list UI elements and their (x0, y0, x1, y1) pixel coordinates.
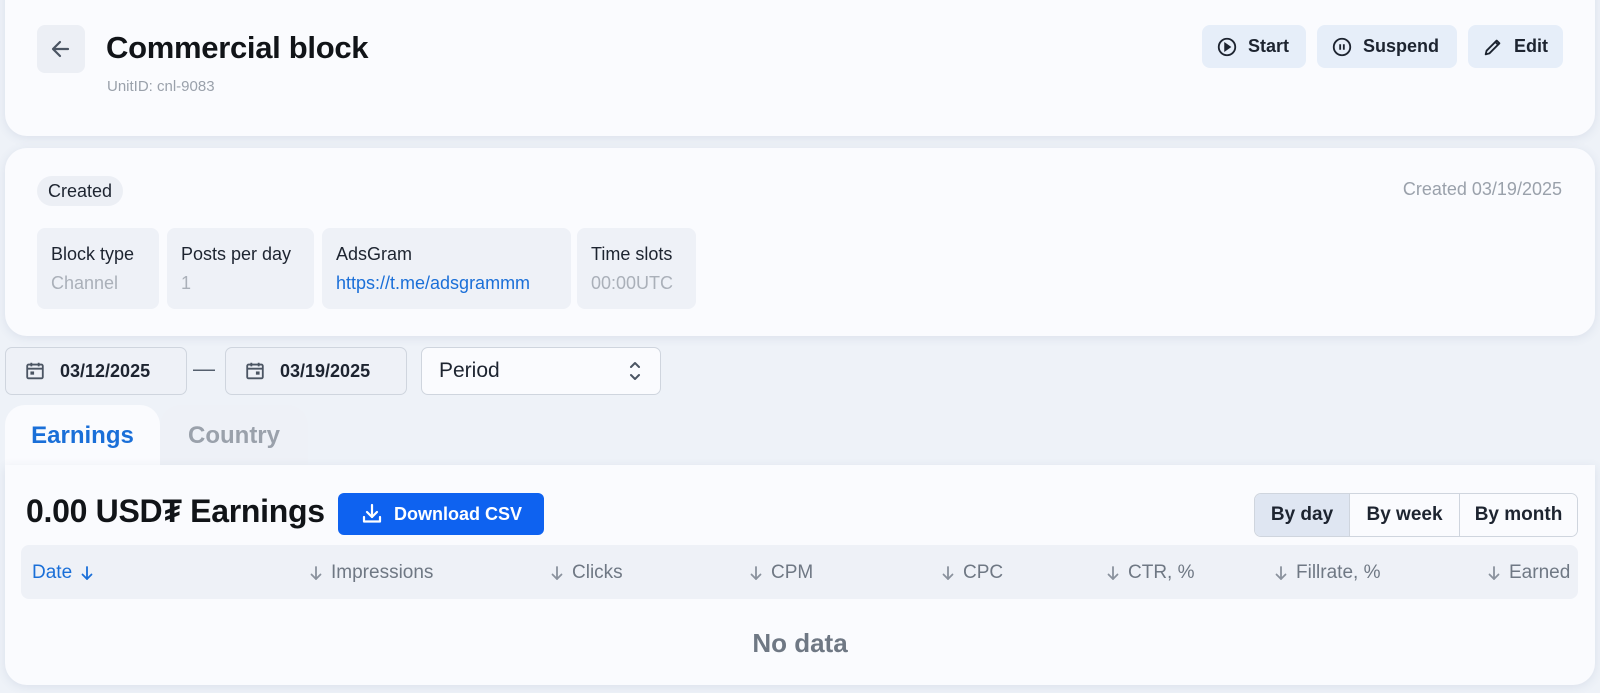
download-icon (360, 502, 384, 526)
header-card: Commercial block UnitID: cnl-9083 Start … (5, 0, 1595, 136)
property-label: Time slots (591, 244, 673, 264)
period-select-value: Period (439, 359, 500, 382)
property-value: Channel (51, 273, 119, 293)
property-value: 1 (181, 273, 192, 293)
granularity-toggle: By day By week By month (1254, 493, 1578, 537)
column-label: Impressions (331, 562, 434, 583)
property-posts-per-day: Posts per day 1 (167, 228, 314, 309)
calendar-icon (24, 360, 46, 382)
unit-id: UnitID: cnl-9083 (107, 78, 215, 95)
period-select[interactable]: Period (421, 347, 661, 395)
table-header: Date Impressions Clicks CPM CPC CTR, % F… (21, 545, 1578, 599)
arrow-down-icon (550, 565, 564, 581)
arrow-down-icon (80, 565, 94, 581)
property-label: Block type (51, 244, 135, 264)
date-to-value: 03/19/2025 (280, 360, 371, 381)
edit-button-label: Edit (1514, 36, 1548, 56)
column-label: Date (32, 562, 73, 583)
property-adsgram: AdsGram https://t.me/adsgrammm (322, 228, 571, 309)
column-header-fillrate[interactable]: Fillrate, % (1274, 562, 1380, 584)
column-label: CPM (771, 562, 814, 583)
arrow-left-icon (49, 37, 73, 61)
column-header-clicks[interactable]: Clicks (550, 562, 623, 584)
status-badge: Created (37, 176, 124, 206)
calendar-icon (244, 360, 266, 382)
pause-circle-icon (1331, 36, 1353, 58)
page-title: Commercial block (106, 30, 369, 65)
tab-country[interactable]: Country (160, 405, 308, 467)
play-circle-icon (1216, 36, 1238, 58)
arrow-down-icon (749, 565, 763, 581)
earnings-total: 0.00 USD₮ Earnings (26, 493, 325, 529)
column-header-impressions[interactable]: Impressions (309, 562, 433, 584)
property-block-type: Block type Channel (37, 228, 159, 309)
column-label: CTR, % (1128, 562, 1195, 583)
column-header-cpm[interactable]: CPM (749, 562, 813, 584)
arrow-down-icon (1274, 565, 1288, 581)
date-separator: — (193, 356, 215, 381)
earnings-card: 0.00 USD₮ Earnings Download CSV By day B… (5, 465, 1595, 685)
tab-earnings[interactable]: Earnings (5, 405, 160, 467)
arrow-down-icon (1487, 565, 1501, 581)
property-value: 00:00UTC (591, 273, 674, 293)
property-label: Posts per day (181, 244, 292, 264)
property-label: AdsGram (336, 244, 413, 264)
column-label: Earned (1509, 562, 1571, 583)
start-button[interactable]: Start (1202, 25, 1306, 68)
suspend-button[interactable]: Suspend (1317, 25, 1457, 68)
back-button[interactable] (37, 25, 85, 73)
column-label: Clicks (572, 562, 623, 583)
property-time-slots: Time slots 00:00UTC (577, 228, 696, 309)
column-header-earned[interactable]: Earned (1487, 562, 1570, 584)
empty-state: No data (752, 628, 848, 658)
column-label: CPC (963, 562, 1004, 583)
by-day-button[interactable]: By day (1255, 494, 1349, 536)
arrow-down-icon (941, 565, 955, 581)
by-week-button[interactable]: By week (1349, 494, 1459, 536)
date-from-value: 03/12/2025 (60, 360, 151, 381)
column-header-date[interactable]: Date (32, 562, 94, 584)
pencil-icon (1482, 36, 1504, 58)
by-month-button[interactable]: By month (1459, 494, 1577, 536)
edit-button[interactable]: Edit (1468, 25, 1563, 68)
date-to-field[interactable]: 03/19/2025 (225, 347, 407, 395)
adsgram-link[interactable]: https://t.me/adsgrammm (336, 273, 557, 294)
created-date: Created 03/19/2025 (1402, 179, 1562, 199)
suspend-button-label: Suspend (1363, 36, 1440, 56)
chevron-up-down-icon (628, 359, 642, 383)
start-button-label: Start (1248, 36, 1290, 56)
download-csv-label: Download CSV (393, 503, 522, 524)
download-csv-button[interactable]: Download CSV (338, 493, 544, 535)
column-header-cpc[interactable]: CPC (941, 562, 1003, 584)
date-from-field[interactable]: 03/12/2025 (5, 347, 187, 395)
arrow-down-icon (309, 565, 323, 581)
column-label: Fillrate, % (1296, 562, 1381, 583)
arrow-down-icon (1106, 565, 1120, 581)
info-card: Created Created 03/19/2025 Block type Ch… (5, 148, 1595, 336)
column-header-ctr[interactable]: CTR, % (1106, 562, 1195, 584)
